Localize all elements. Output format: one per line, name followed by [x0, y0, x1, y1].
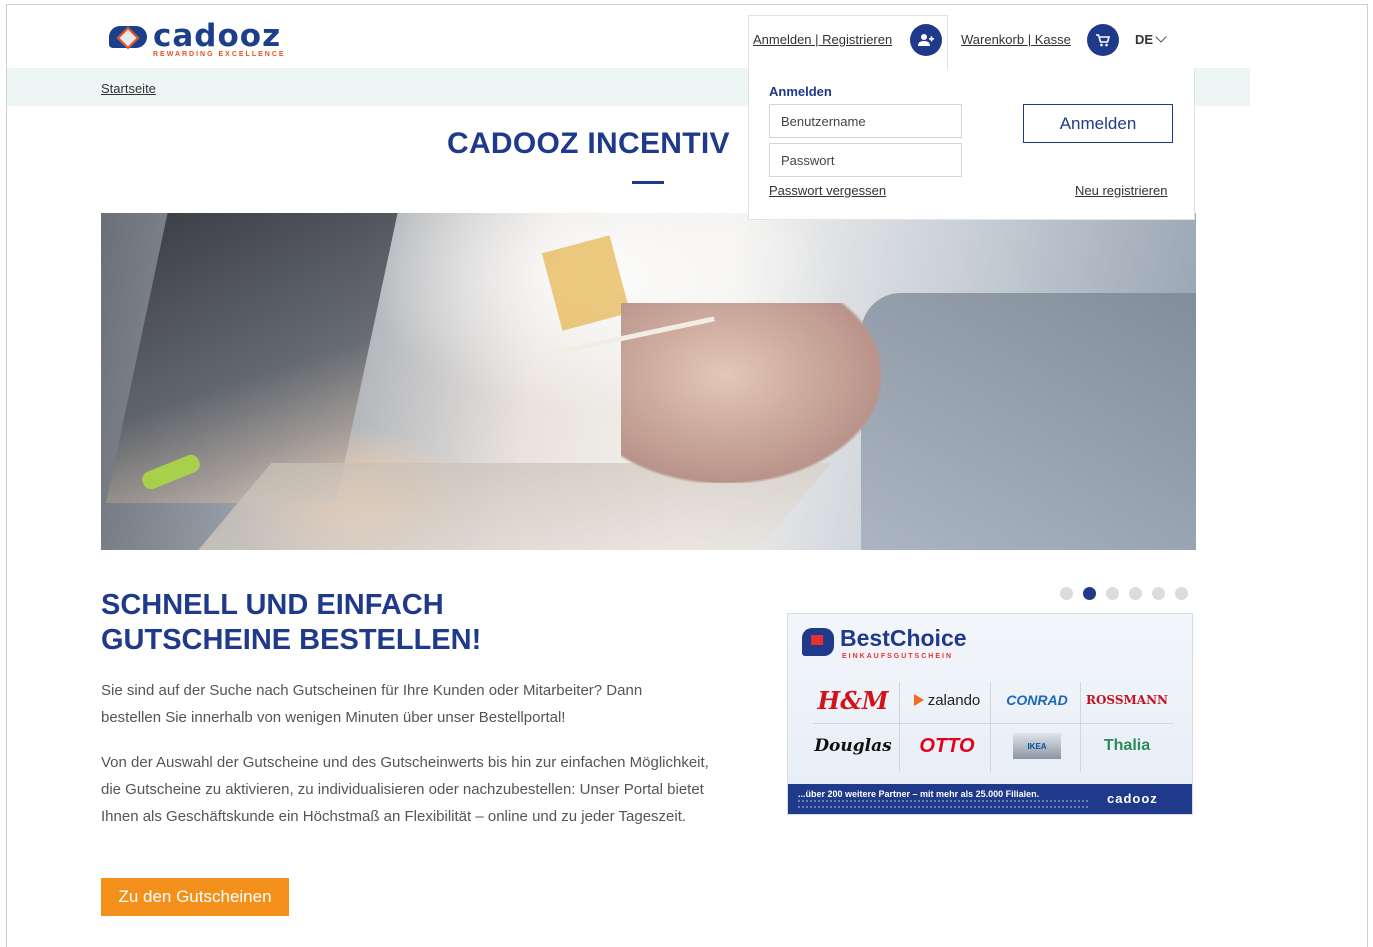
- section-heading-line2: GUTSCHEINE BESTELLEN!: [101, 624, 482, 656]
- cart-button[interactable]: [1087, 24, 1119, 56]
- brand-ikea: IKEA: [992, 726, 1082, 766]
- cadooz-logo-mark-icon: [109, 26, 147, 48]
- carousel-dot[interactable]: [1175, 587, 1188, 600]
- brand-conrad: CONRAD: [1006, 692, 1068, 708]
- login-submit-button[interactable]: Anmelden: [1023, 104, 1173, 143]
- brand-otto: OTTO: [919, 734, 975, 757]
- to-vouchers-button[interactable]: Zu den Gutscheinen: [101, 878, 289, 916]
- section-heading: SCHNELL UND EINFACH GUTSCHEINE BESTELLEN…: [101, 588, 601, 658]
- cart-icon: [1096, 33, 1110, 46]
- bestchoice-logo-icon: [802, 628, 834, 656]
- bestchoice-voucher-card[interactable]: BestChoice EINKAUFSGUTSCHEIN H&M zalando…: [787, 613, 1193, 815]
- brand-zalando: zalando: [902, 680, 992, 720]
- zalando-icon: [913, 694, 924, 706]
- title-divider: [632, 181, 664, 184]
- language-selector[interactable]: DE: [1135, 32, 1153, 47]
- page-title: CADOOZ INCENTIV: [447, 127, 730, 160]
- brand-thalia: Thalia: [1103, 737, 1151, 754]
- carousel-dot[interactable]: [1152, 587, 1165, 600]
- hero-image: [101, 213, 1196, 550]
- brand-douglas: Douglas: [814, 736, 892, 756]
- carousel-dot[interactable]: [1060, 587, 1073, 600]
- cart-checkout-link[interactable]: Warenkorb | Kasse: [961, 32, 1071, 47]
- voucher-footer-text: ...über 200 weitere Partner – mit mehr a…: [798, 789, 1040, 799]
- details-paragraph: Von der Auswahl der Gutscheine und des G…: [101, 754, 709, 825]
- login-register-link[interactable]: Anmelden | Registrieren: [753, 32, 892, 47]
- add-user-button[interactable]: [910, 24, 942, 56]
- carousel-dot-active[interactable]: [1083, 587, 1096, 600]
- username-input[interactable]: [769, 104, 962, 138]
- voucher-footer: ...über 200 weitere Partner – mit mehr a…: [788, 784, 1192, 814]
- brand-hm: H&M: [817, 685, 889, 715]
- forgot-password-link[interactable]: Passwort vergessen: [769, 183, 886, 198]
- add-user-icon: [918, 34, 934, 46]
- voucher-subtitle: EINKAUFSGUTSCHEIN: [842, 653, 954, 660]
- cadooz-logo[interactable]: cadooz REWARDING EXCELLENCE: [109, 18, 309, 64]
- login-popup-heading: Anmelden: [769, 84, 832, 99]
- register-link[interactable]: Neu registrieren: [1075, 183, 1168, 198]
- password-input[interactable]: [769, 143, 962, 177]
- carousel-dot[interactable]: [1129, 587, 1142, 600]
- brand-rossmann: ROSSMANN: [1085, 693, 1169, 707]
- intro-paragraph: Sie sind auf der Suche nach Gutscheinen …: [101, 682, 643, 726]
- breadcrumb-home-link[interactable]: Startseite: [101, 81, 156, 96]
- carousel-dot[interactable]: [1106, 587, 1119, 600]
- voucher-fine-print: [798, 800, 1088, 808]
- logo-tagline: REWARDING EXCELLENCE: [153, 51, 286, 58]
- section-heading-line1: SCHNELL UND EINFACH: [101, 589, 444, 621]
- voucher-title: BestChoice: [840, 625, 967, 651]
- logo-text: cadooz: [153, 18, 282, 54]
- voucher-footer-logo: cadooz: [1107, 791, 1158, 806]
- carousel-dots: [1060, 587, 1188, 600]
